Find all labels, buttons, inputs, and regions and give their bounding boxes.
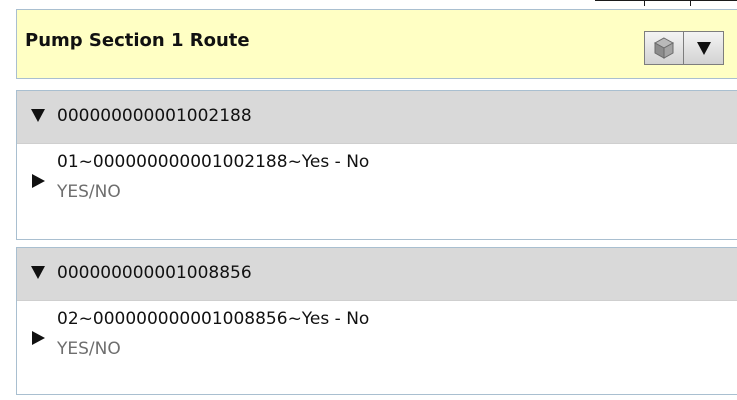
asset-header[interactable]: 000000000001008856 bbox=[17, 248, 737, 301]
check-title: 01~000000000001002188~Yes - No bbox=[57, 152, 370, 172]
route-header: Pump Section 1 Route bbox=[16, 9, 737, 79]
route-actions bbox=[644, 31, 724, 65]
collapse-icon[interactable] bbox=[31, 266, 45, 279]
cube-icon bbox=[653, 37, 675, 59]
chevron-down-icon bbox=[696, 41, 711, 55]
check-type: YES/NO bbox=[57, 182, 121, 202]
expand-icon[interactable] bbox=[32, 174, 45, 188]
asset-panel: 000000000001002188 01~000000000001002188… bbox=[16, 90, 737, 240]
asset-panel: 000000000001008856 02~000000000001008856… bbox=[16, 247, 737, 395]
view-asset-button[interactable] bbox=[644, 31, 684, 65]
check-item[interactable]: 02~000000000001008856~Yes - No YES/NO bbox=[17, 301, 737, 391]
tab-divider bbox=[644, 0, 645, 6]
tab-divider bbox=[690, 0, 691, 6]
check-title: 02~000000000001008856~Yes - No bbox=[57, 309, 370, 329]
collapse-icon[interactable] bbox=[31, 109, 45, 122]
asset-id: 000000000001002188 bbox=[57, 106, 252, 126]
route-view: Pump Section 1 Route 000000000001002188 … bbox=[0, 0, 737, 400]
route-title: Pump Section 1 Route bbox=[25, 30, 250, 51]
top-tab-strip bbox=[595, 0, 737, 6]
asset-id: 000000000001008856 bbox=[57, 263, 252, 283]
asset-header[interactable]: 000000000001002188 bbox=[17, 91, 737, 144]
expand-icon[interactable] bbox=[32, 331, 45, 345]
check-item[interactable]: 01~000000000001002188~Yes - No YES/NO bbox=[17, 144, 737, 234]
check-type: YES/NO bbox=[57, 339, 121, 359]
route-menu-button[interactable] bbox=[684, 31, 724, 65]
